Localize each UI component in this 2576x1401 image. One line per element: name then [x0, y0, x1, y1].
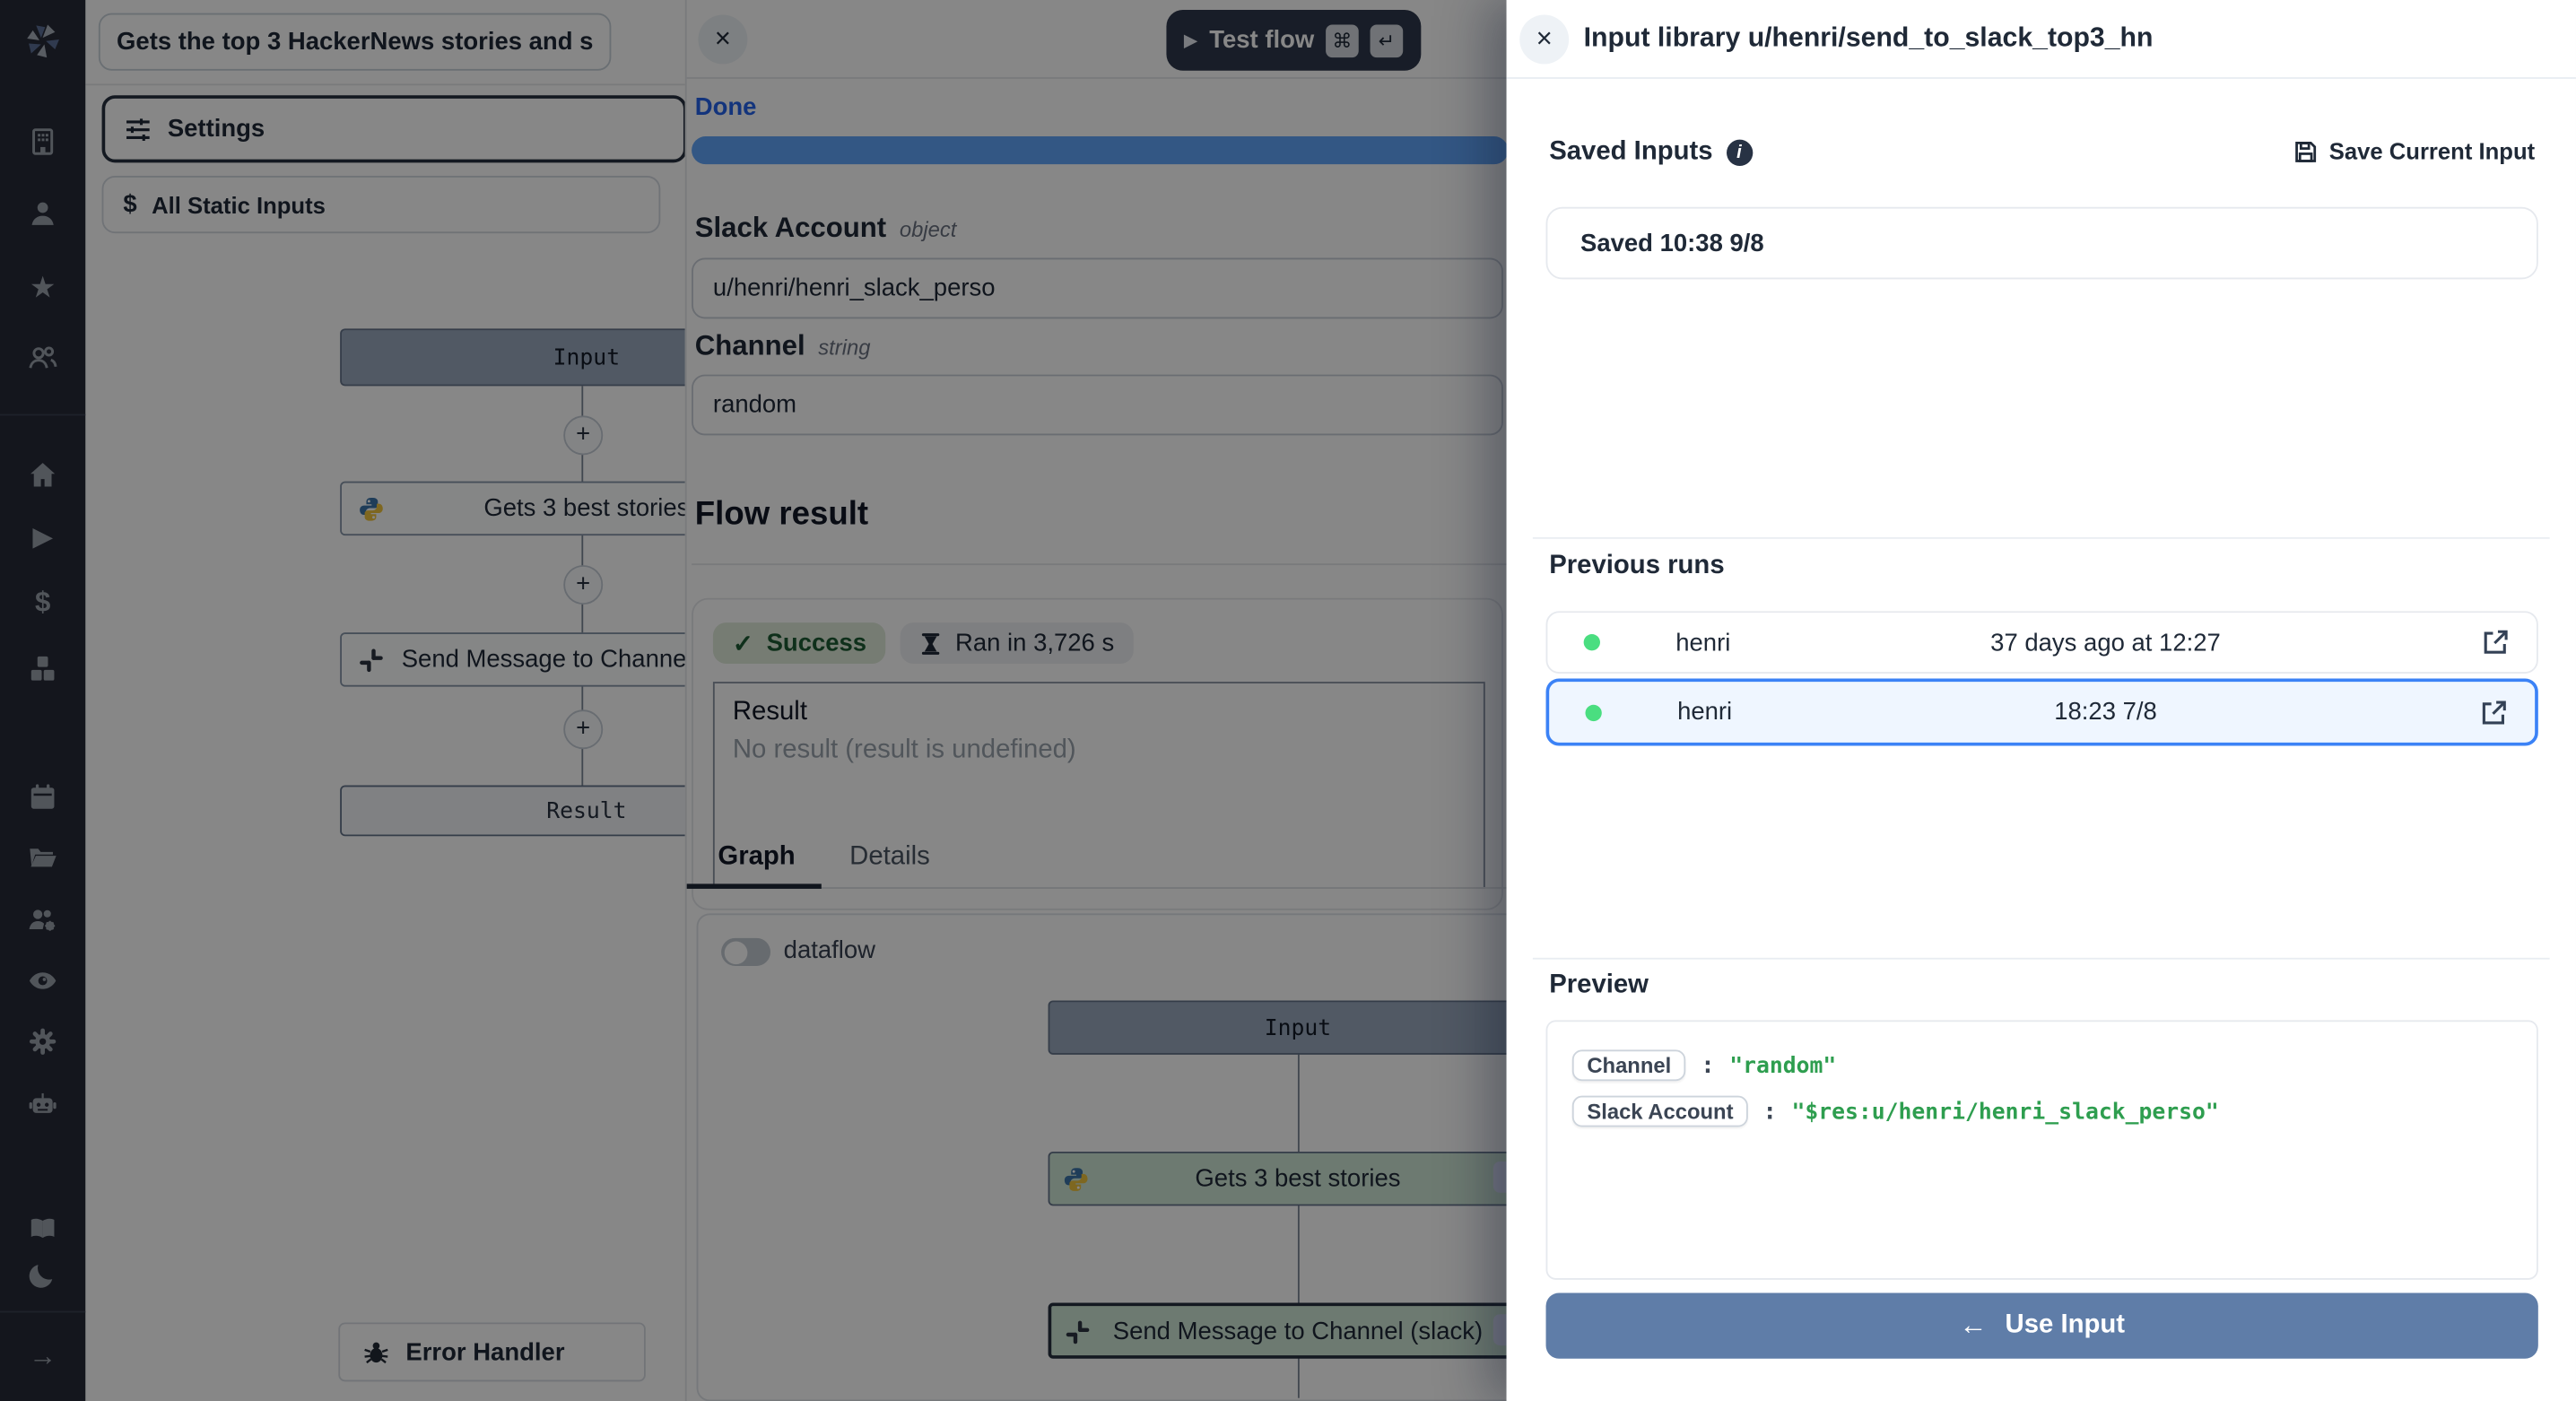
input-library-drawer: × Input library u/henri/send_to_slack_to… — [1507, 0, 2576, 1401]
run-time: 37 days ago at 12:27 — [1730, 629, 2480, 657]
colon: : — [1763, 1098, 1777, 1124]
open-run-external-link-icon[interactable] — [2479, 698, 2509, 727]
previous-runs-heading: Previous runs — [1549, 552, 1724, 581]
section-divider — [1533, 958, 2550, 960]
left-arrow-icon: ← — [1959, 1310, 1987, 1343]
info-icon[interactable]: i — [1726, 140, 1752, 166]
preview-heading: Preview — [1549, 970, 1649, 1000]
drawer-header-divider — [1507, 77, 2576, 79]
preview-entry: Channel : "random" — [1572, 1049, 2512, 1081]
previous-run-row[interactable]: henri 37 days ago at 12:27 — [1546, 611, 2538, 674]
close-drawer-button[interactable]: × — [1519, 14, 1569, 64]
section-divider — [1533, 537, 2550, 539]
colon: : — [1701, 1052, 1714, 1078]
saved-inputs-heading: Saved Inputs i — [1549, 138, 1752, 168]
run-time: 18:23 7/8 — [1732, 698, 2479, 726]
preview-key: Slack Account — [1572, 1096, 1748, 1127]
run-success-dot — [1585, 704, 1601, 720]
run-success-dot — [1584, 634, 1600, 650]
preview-key: Channel — [1572, 1049, 1686, 1081]
app-window: ★ ▶ $ — [0, 0, 2576, 1401]
save-current-input-label: Save Current Input — [2329, 138, 2535, 164]
saved-input-item[interactable]: Saved 10:38 9/8 — [1546, 207, 2538, 280]
use-input-label: Use Input — [2006, 1311, 2126, 1341]
run-user: henri — [1675, 629, 1730, 657]
drawer-title: Input library u/henri/send_to_slack_top3… — [1584, 0, 2154, 77]
input-preview-box: Channel : "random" Slack Account : "$res… — [1546, 1020, 2538, 1279]
open-run-external-link-icon[interactable] — [2481, 628, 2511, 657]
use-input-button[interactable]: ← Use Input — [1546, 1292, 2538, 1358]
save-current-input-button[interactable]: Save Current Input — [2293, 138, 2535, 164]
previous-run-row-selected[interactable]: henri 18:23 7/8 — [1546, 678, 2538, 745]
preview-entry: Slack Account : "$res:u/henri/henri_slac… — [1572, 1096, 2512, 1127]
save-floppy-icon — [2293, 139, 2317, 163]
run-user: henri — [1677, 698, 1732, 726]
preview-value: "$res:u/henri/henri_slack_perso" — [1791, 1098, 2218, 1124]
modal-scrim[interactable] — [0, 0, 1507, 1401]
saved-input-label: Saved 10:38 9/8 — [1580, 230, 1764, 257]
preview-value: "random" — [1729, 1052, 1836, 1078]
